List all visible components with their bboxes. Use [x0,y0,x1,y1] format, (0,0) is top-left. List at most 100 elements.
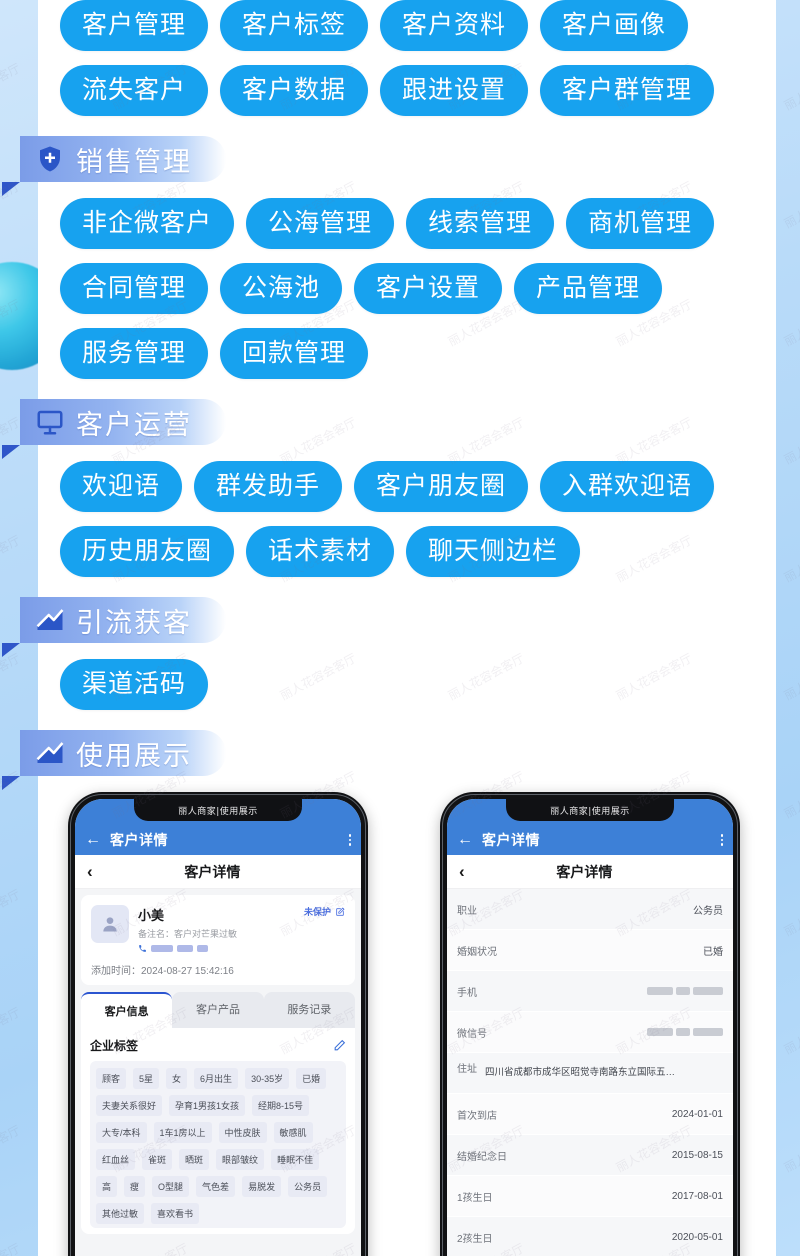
nav-pill-公海管理[interactable]: 公海管理 [246,198,395,249]
nav-pill-产品管理[interactable]: 产品管理 [514,263,663,314]
nav-pill-客户画像[interactable]: 客户画像 [540,0,689,51]
customer-tag[interactable]: 顾客 [96,1068,127,1089]
nav-pill-合同管理[interactable]: 合同管理 [60,263,209,314]
section-ribbon: 销售管理 [2,136,226,196]
customer-tag[interactable]: 其他过敏 [96,1203,145,1224]
info-row: 结婚纪念日 2015-08-15 [447,1135,733,1176]
customer-tag[interactable]: 30-35岁 [245,1068,290,1089]
tab-服务记录[interactable]: 服务记录 [263,992,355,1028]
nav-title-right: 客户详情 [556,863,613,880]
pill-row: 服务管理 回款管理 [38,328,776,379]
nav-pill-客户设置[interactable]: 客户设置 [354,263,503,314]
info-value: 2024-01-01 [671,1108,723,1120]
customer-tag[interactable]: 敏感肌 [273,1122,313,1143]
customer-tag[interactable]: 瘦 [124,1176,146,1197]
customer-tag[interactable]: 雀斑 [142,1149,173,1170]
more-menu-icon[interactable] [720,834,723,846]
nav-pill-客户标签[interactable]: 客户标签 [220,0,369,51]
nav-pill-客户管理[interactable]: 客户管理 [60,0,209,51]
info-key: 手机 [457,987,477,999]
phone-mockup-right: 丽人商家|使用展示 ← 客户详情 ‹ 客户详情 职业 公务员 婚姻状况 已婚 手机 微信号… [440,792,740,1256]
back-arrow-icon[interactable]: ← [457,832,473,848]
tab-客户产品[interactable]: 客户产品 [172,992,264,1028]
nav-pill-跟进设置[interactable]: 跟进设置 [380,65,529,116]
nav-pill-聊天侧边栏[interactable]: 聊天侧边栏 [406,526,581,577]
customer-tag[interactable]: 易脱发 [242,1176,282,1197]
customer-tag[interactable]: 晒斑 [179,1149,210,1170]
customer-tag[interactable]: 女 [166,1068,188,1089]
pill-row: 欢迎语 群发助手 客户朋友圈 入群欢迎语 [38,461,776,512]
customer-tag[interactable]: 睡眠不佳 [271,1149,320,1170]
watermark-text: 丽人花容会客厅 [0,61,23,113]
pill-row: 流失客户 客户数据 跟进设置 客户群管理 [38,65,776,116]
watermark-text: 丽人花容会客厅 [0,1005,23,1057]
info-key: 住址 [457,1064,477,1075]
wechat-title-left: 客户详情 [110,832,168,848]
section-ribbon: 使用展示 [2,730,226,790]
nav-pill-商机管理[interactable]: 商机管理 [566,198,715,249]
edit-icon[interactable] [335,906,345,917]
customer-tag[interactable]: O型腿 [152,1176,190,1197]
nav-pill-客户数据[interactable]: 客户数据 [220,65,369,116]
nav-pill-非企微客户[interactable]: 非企微客户 [60,198,235,249]
info-value: 已婚 [703,946,723,958]
customer-tag[interactable]: 孕育1男孩1女孩 [169,1095,246,1116]
nav-pill-入群欢迎语[interactable]: 入群欢迎语 [540,461,715,512]
info-key: 结婚纪念日 [457,1151,507,1163]
nav-pill-回款管理[interactable]: 回款管理 [220,328,369,379]
info-key: 1孩生日 [457,1192,493,1204]
nav-pill-客户朋友圈[interactable]: 客户朋友圈 [354,461,529,512]
nav-pill-历史朋友圈[interactable]: 历史朋友圈 [60,526,235,577]
back-arrow-icon[interactable]: ← [85,832,101,848]
phone-body-right: 职业 公务员 婚姻状况 已婚 手机 微信号 住址 四川省成都市成华区昭觉寺南路东立国际五… 首次… [447,889,733,1256]
nav-pill-服务管理[interactable]: 服务管理 [60,328,209,379]
info-key: 职业 [457,905,477,917]
customer-tag[interactable]: 喜欢看书 [151,1203,200,1224]
customer-tag[interactable]: 夫妻关系很好 [96,1095,163,1116]
customer-tag[interactable]: 5星 [133,1068,160,1089]
pill-row: 客户管理 客户标签 客户资料 客户画像 [38,0,776,51]
customer-name: 小美 [138,908,165,923]
tab-客户信息[interactable]: 客户信息 [81,992,173,1028]
added-value: 2024-08-27 15:42:16 [141,966,234,977]
content-card: 客户管理 客户标签 客户资料 客户画像 流失客户 客户数据 跟进设置 客户群管理 销售管理 非企… [2,0,776,1256]
info-value [647,987,723,995]
nav-pill-线索管理[interactable]: 线索管理 [406,198,555,249]
info-key: 微信号 [457,1028,487,1040]
phone-icon [139,945,146,952]
customer-tag[interactable]: 6月出生 [194,1068,239,1089]
nav-pill-渠道活码[interactable]: 渠道活码 [60,659,209,710]
customer-tag[interactable]: 气色差 [196,1176,236,1197]
customer-tag[interactable]: 公务员 [288,1176,328,1197]
customer-tag[interactable]: 大专/本科 [96,1122,147,1143]
masked-value [647,987,673,995]
watermark-text: 丽人花容会客厅 [781,1239,800,1256]
status-bar-right: 丽人商家|使用展示 [447,799,733,825]
customer-tag[interactable]: 红血丝 [96,1149,136,1170]
nav-pill-欢迎语[interactable]: 欢迎语 [60,461,183,512]
nav-pill-流失客户[interactable]: 流失客户 [60,65,209,116]
customer-tag[interactable]: 1车1房以上 [153,1122,212,1143]
nav-pill-客户群管理[interactable]: 客户群管理 [540,65,715,116]
section-ribbon: 引流获客 [2,597,226,657]
note-value: 客户对芒果过敏 [174,929,238,939]
added-time: 添加时间：2024-08-27 15:42:16 [91,962,345,977]
nav-pill-公海池[interactable]: 公海池 [220,263,343,314]
nav-pill-群发助手[interactable]: 群发助手 [194,461,343,512]
nav-pill-客户资料[interactable]: 客户资料 [380,0,529,51]
customer-tag[interactable]: 经期8-15号 [252,1095,310,1116]
info-row: 首次到店 2024-01-01 [447,1094,733,1135]
nav-pill-话术素材[interactable]: 话术素材 [246,526,395,577]
pill-row: 非企微客户 公海管理 线索管理 商机管理 [38,198,776,249]
customer-tag[interactable]: 高 [96,1176,118,1197]
pencil-edit-icon[interactable] [333,1039,346,1052]
watermark-text: 丽人花容会客厅 [781,651,800,703]
customer-info-list: 职业 公务员 婚姻状况 已婚 手机 微信号 住址 四川省成都市成华区昭觉寺南路东立国际五… 首次… [447,889,733,1256]
customer-tag[interactable]: 眼部皱纹 [216,1149,265,1170]
customer-tag[interactable]: 中性皮肤 [218,1122,267,1143]
more-menu-icon[interactable] [348,834,351,846]
customer-tag[interactable]: 已婚 [296,1068,327,1089]
watermark-text: 丽人花容会客厅 [0,1239,23,1256]
watermark-text: 丽人花容会客厅 [781,179,800,231]
pill-row: 合同管理 公海池 客户设置 产品管理 [38,263,776,314]
